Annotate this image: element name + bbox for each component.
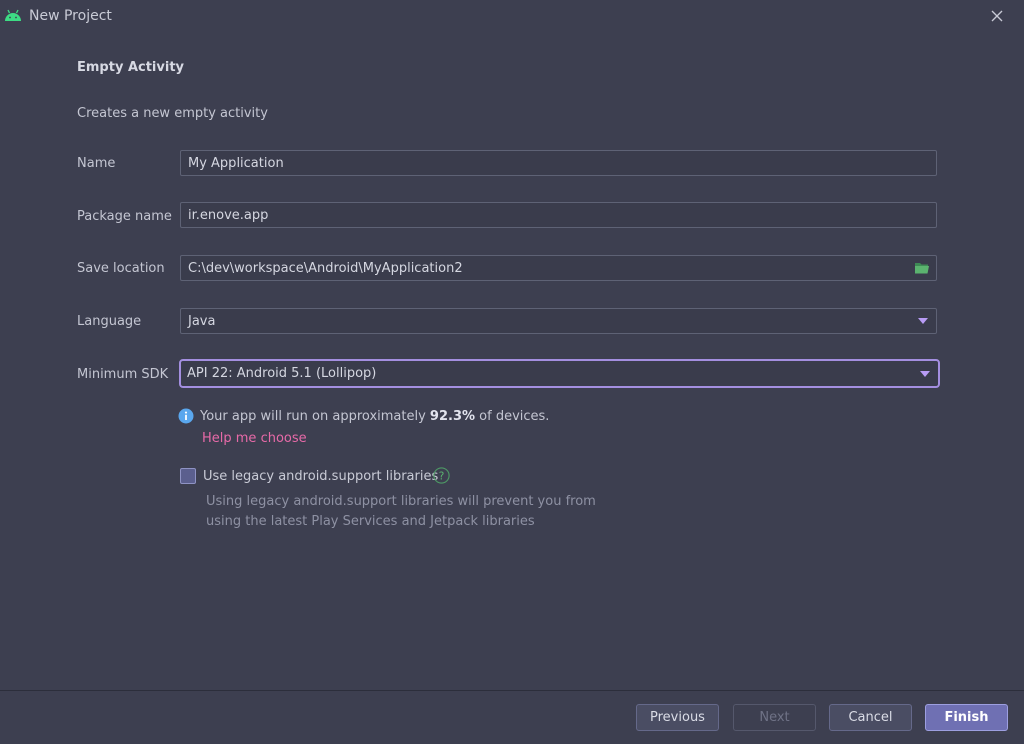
min-sdk-label: Minimum SDK xyxy=(77,367,169,382)
close-icon xyxy=(991,10,1003,22)
min-sdk-dropdown[interactable]: API 22: Android 5.1 (Lollipop) xyxy=(179,359,940,388)
package-label: Package name xyxy=(77,209,172,224)
android-icon xyxy=(5,9,21,21)
question-icon[interactable]: ? xyxy=(433,467,450,484)
name-input[interactable] xyxy=(181,151,936,175)
window-title: New Project xyxy=(29,8,112,24)
info-icon xyxy=(178,408,194,424)
name-label: Name xyxy=(77,156,116,171)
language-label: Language xyxy=(77,314,142,329)
footer-divider xyxy=(0,690,1024,691)
legacy-support-label[interactable]: Use legacy android.support libraries xyxy=(203,469,438,484)
next-button[interactable]: Next xyxy=(733,704,816,731)
help-me-choose-link[interactable]: Help me choose xyxy=(202,431,307,446)
legacy-support-note: Using legacy android.support libraries w… xyxy=(206,494,596,529)
svg-text:?: ? xyxy=(439,470,445,482)
min-sdk-value: API 22: Android 5.1 (Lollipop) xyxy=(187,366,377,381)
language-dropdown[interactable]: Java xyxy=(180,308,937,334)
dropdown-arrow-icon xyxy=(918,318,928,324)
location-input[interactable] xyxy=(181,256,936,280)
close-button[interactable] xyxy=(984,3,1010,29)
folder-open-icon[interactable] xyxy=(914,261,930,275)
cancel-button[interactable]: Cancel xyxy=(829,704,912,731)
template-heading: Empty Activity xyxy=(77,60,185,75)
location-field[interactable] xyxy=(180,255,937,281)
previous-button[interactable]: Previous xyxy=(636,704,719,731)
package-field[interactable] xyxy=(180,202,937,228)
dropdown-arrow-icon xyxy=(920,371,930,377)
finish-button[interactable]: Finish xyxy=(925,704,1008,731)
name-field[interactable] xyxy=(180,150,937,176)
device-coverage-text: Your app will run on approximately 92.3%… xyxy=(200,409,550,424)
title-bar: New Project xyxy=(0,0,1024,32)
package-input[interactable] xyxy=(181,203,936,227)
template-description: Creates a new empty activity xyxy=(77,106,268,121)
language-value: Java xyxy=(188,314,216,329)
location-label: Save location xyxy=(77,261,165,276)
legacy-support-checkbox[interactable] xyxy=(180,468,196,484)
coverage-percent: 92.3% xyxy=(429,409,476,424)
